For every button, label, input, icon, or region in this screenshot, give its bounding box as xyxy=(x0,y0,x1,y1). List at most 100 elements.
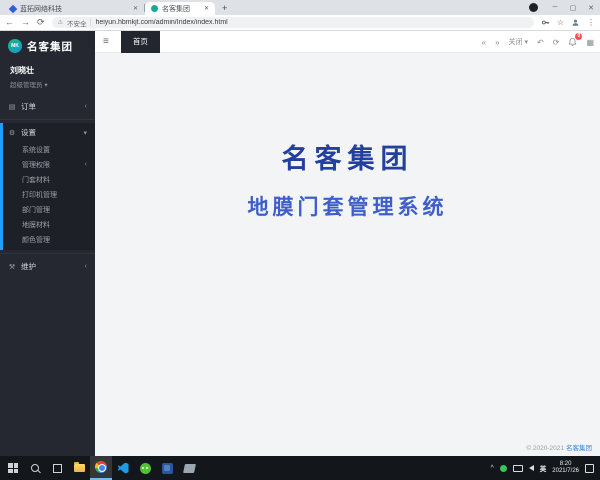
browser-tab-active[interactable]: 名客集团 ✕ xyxy=(145,2,215,15)
clock-time: 8:20 xyxy=(552,461,579,468)
file-explorer-button[interactable] xyxy=(68,456,90,480)
sidebar-item-door-cover-material[interactable]: 门套材料 xyxy=(0,172,95,187)
sidebar-item-color-management[interactable]: 颜色管理 xyxy=(0,232,95,247)
vscode-icon xyxy=(118,463,129,474)
wechat-taskbar-button[interactable] xyxy=(134,456,156,480)
window-minimize-button[interactable]: ─ xyxy=(546,0,564,15)
gear-icon: ⚙ xyxy=(8,129,16,137)
windows-taskbar: ^ 英 8:20 2021/7/26 xyxy=(0,456,600,480)
task-view-button[interactable] xyxy=(46,456,68,480)
caret-down-icon: ▾ xyxy=(83,129,87,137)
chevron-left-icon: ‹ xyxy=(85,263,87,270)
search-icon xyxy=(31,464,39,472)
not-secure-label: 不安全 xyxy=(67,18,87,28)
action-center-icon[interactable] xyxy=(585,464,594,473)
clock-date: 2021/7/26 xyxy=(552,468,579,475)
footer-copyright: © 2020-2021名客集团 xyxy=(526,442,592,452)
orders-icon: ▤ xyxy=(8,103,16,111)
sidebar-item-ground-film-material[interactable]: 地膜材料 xyxy=(0,217,95,232)
hamburger-menu-icon[interactable]: ≡ xyxy=(95,36,117,47)
sidebar-group-settings: ⚙ 设置 ▾ 系统设置 管理权限 ‹ 门套材料 打印机管理 部门管理 地膜材料 xyxy=(0,123,95,250)
sidebar-divider xyxy=(0,119,95,120)
tab-home[interactable]: 首页 xyxy=(121,31,160,53)
sidebar-item-orders[interactable]: ▤ 订单 ‹ xyxy=(0,97,95,116)
folder-icon xyxy=(74,464,85,472)
vscode-taskbar-button[interactable] xyxy=(112,456,134,480)
user-name: 刘晓壮 xyxy=(10,65,85,76)
sidebar-item-settings[interactable]: ⚙ 设置 ▾ xyxy=(0,123,95,142)
wechat-tray-icon[interactable] xyxy=(500,465,507,472)
footer-company-link[interactable]: 名客集团 xyxy=(566,445,592,452)
system-tray: ^ 英 8:20 2021/7/26 xyxy=(491,461,600,475)
taskbar-search-button[interactable] xyxy=(24,456,46,480)
input-language-indicator[interactable]: 英 xyxy=(540,463,547,473)
taskbar-clock[interactable]: 8:20 2021/7/26 xyxy=(552,461,579,475)
browser-profile-icon[interactable] xyxy=(571,18,580,27)
chevron-left-icon: ‹ xyxy=(85,161,87,168)
address-bar[interactable]: ⚠ 不安全 heiyun.hbmkjt.com/admin/Index/inde… xyxy=(52,17,534,28)
logo-text: 名客集团 xyxy=(27,39,73,54)
browser-toolbar: ← → ⟳ ⚠ 不安全 heiyun.hbmkjt.com/admin/Inde… xyxy=(0,15,600,31)
chevron-left-icon: ‹ xyxy=(85,103,87,110)
caret-down-icon: ▾ xyxy=(44,82,47,89)
tab-title: 名客集团 xyxy=(162,4,200,14)
sidebar-item-system-settings[interactable]: 系统设置 xyxy=(0,142,95,157)
tab-close-icon[interactable]: ✕ xyxy=(133,5,138,12)
refresh-icon[interactable]: ⟳ xyxy=(553,38,560,47)
tab-title: 蓝拓网络科技 xyxy=(20,4,129,14)
app-logo[interactable]: MK 名客集团 xyxy=(0,31,95,61)
user-role-dropdown[interactable]: 超级管理员 ▾ xyxy=(10,79,85,89)
notification-badge: 0 xyxy=(575,33,582,40)
chrome-taskbar-button[interactable] xyxy=(90,456,112,480)
notification-bell-icon[interactable]: 0 xyxy=(568,37,577,47)
main-area: ≡ 首页 « » 关闭▾ ↶ ⟳ 0 ▦ 名客集团 地膜门套管理系统 © 202… xyxy=(95,31,600,456)
gray-app-icon xyxy=(183,464,196,473)
scroll-tabs-right-icon[interactable]: » xyxy=(495,38,499,47)
wechat-icon xyxy=(140,463,151,474)
browser-tab-strip: 蓝拓网络科技 ✕ 名客集团 ✕ + ─ ▢ ✕ xyxy=(0,0,600,15)
bookmark-star-icon[interactable]: ☆ xyxy=(557,19,564,27)
show-hidden-icons-button[interactable]: ^ xyxy=(491,465,494,472)
start-button[interactable] xyxy=(2,456,24,480)
user-role-label: 超级管理员 xyxy=(10,82,43,89)
omnibox-divider xyxy=(90,19,91,26)
url-text: heiyun.hbmkjt.com/admin/Index/index.html xyxy=(95,19,227,26)
caret-down-icon: ▾ xyxy=(525,38,529,46)
forward-icon[interactable]: → xyxy=(21,18,30,27)
windows-logo-icon xyxy=(8,463,18,473)
window-close-button[interactable]: ✕ xyxy=(582,0,600,15)
reload-icon[interactable]: ⟳ xyxy=(37,18,45,27)
scroll-tabs-left-icon[interactable]: « xyxy=(482,38,486,47)
new-tab-button[interactable]: + xyxy=(222,2,227,14)
sidebar: MK 名客集团 刘晓壮 超级管理员 ▾ ▤ 订单 ‹ ⚙ 设置 ▾ 系统设置 管… xyxy=(0,31,95,456)
app-taskbar-button[interactable] xyxy=(156,456,178,480)
not-secure-warning-icon[interactable]: ⚠ xyxy=(58,20,63,26)
page-content: 名客集团 地膜门套管理系统 © 2020-2021名客集团 xyxy=(95,53,600,456)
header-actions: « » 关闭▾ ↶ ⟳ 0 ▦ xyxy=(482,31,594,53)
sidebar-item-maintenance[interactable]: ⚒ 维护 ‹ xyxy=(0,257,95,276)
app-taskbar-button[interactable] xyxy=(178,456,200,480)
sidebar-item-department-management[interactable]: 部门管理 xyxy=(0,202,95,217)
user-block: 刘晓壮 超级管理员 ▾ xyxy=(0,61,95,97)
volume-icon[interactable] xyxy=(529,465,534,471)
company-title: 名客集团 xyxy=(95,137,600,176)
layout-panel-icon[interactable]: ▦ xyxy=(586,38,594,47)
close-tabs-dropdown[interactable]: 关闭▾ xyxy=(509,37,529,47)
blue-app-icon xyxy=(162,463,173,474)
tab-close-icon[interactable]: ✕ xyxy=(204,5,209,12)
browser-profile-avatar[interactable] xyxy=(529,3,538,12)
back-icon[interactable]: ← xyxy=(5,18,14,27)
window-maximize-button[interactable]: ▢ xyxy=(564,0,582,15)
sidebar-item-printer-management[interactable]: 打印机管理 xyxy=(0,187,95,202)
site-favicon xyxy=(151,5,158,12)
browser-tab-inactive[interactable]: 蓝拓网络科技 ✕ xyxy=(4,2,144,15)
undo-icon[interactable]: ↶ xyxy=(537,38,544,47)
task-view-icon xyxy=(53,464,62,473)
password-key-icon[interactable] xyxy=(541,18,550,27)
network-display-icon[interactable] xyxy=(513,465,523,472)
sidebar-item-admin-permissions[interactable]: 管理权限 ‹ xyxy=(0,157,95,172)
site-favicon xyxy=(9,4,17,12)
sidebar-divider xyxy=(0,253,95,254)
logo-mk-icon: MK xyxy=(8,39,22,53)
browser-menu-icon[interactable]: ⋮ xyxy=(587,19,595,27)
